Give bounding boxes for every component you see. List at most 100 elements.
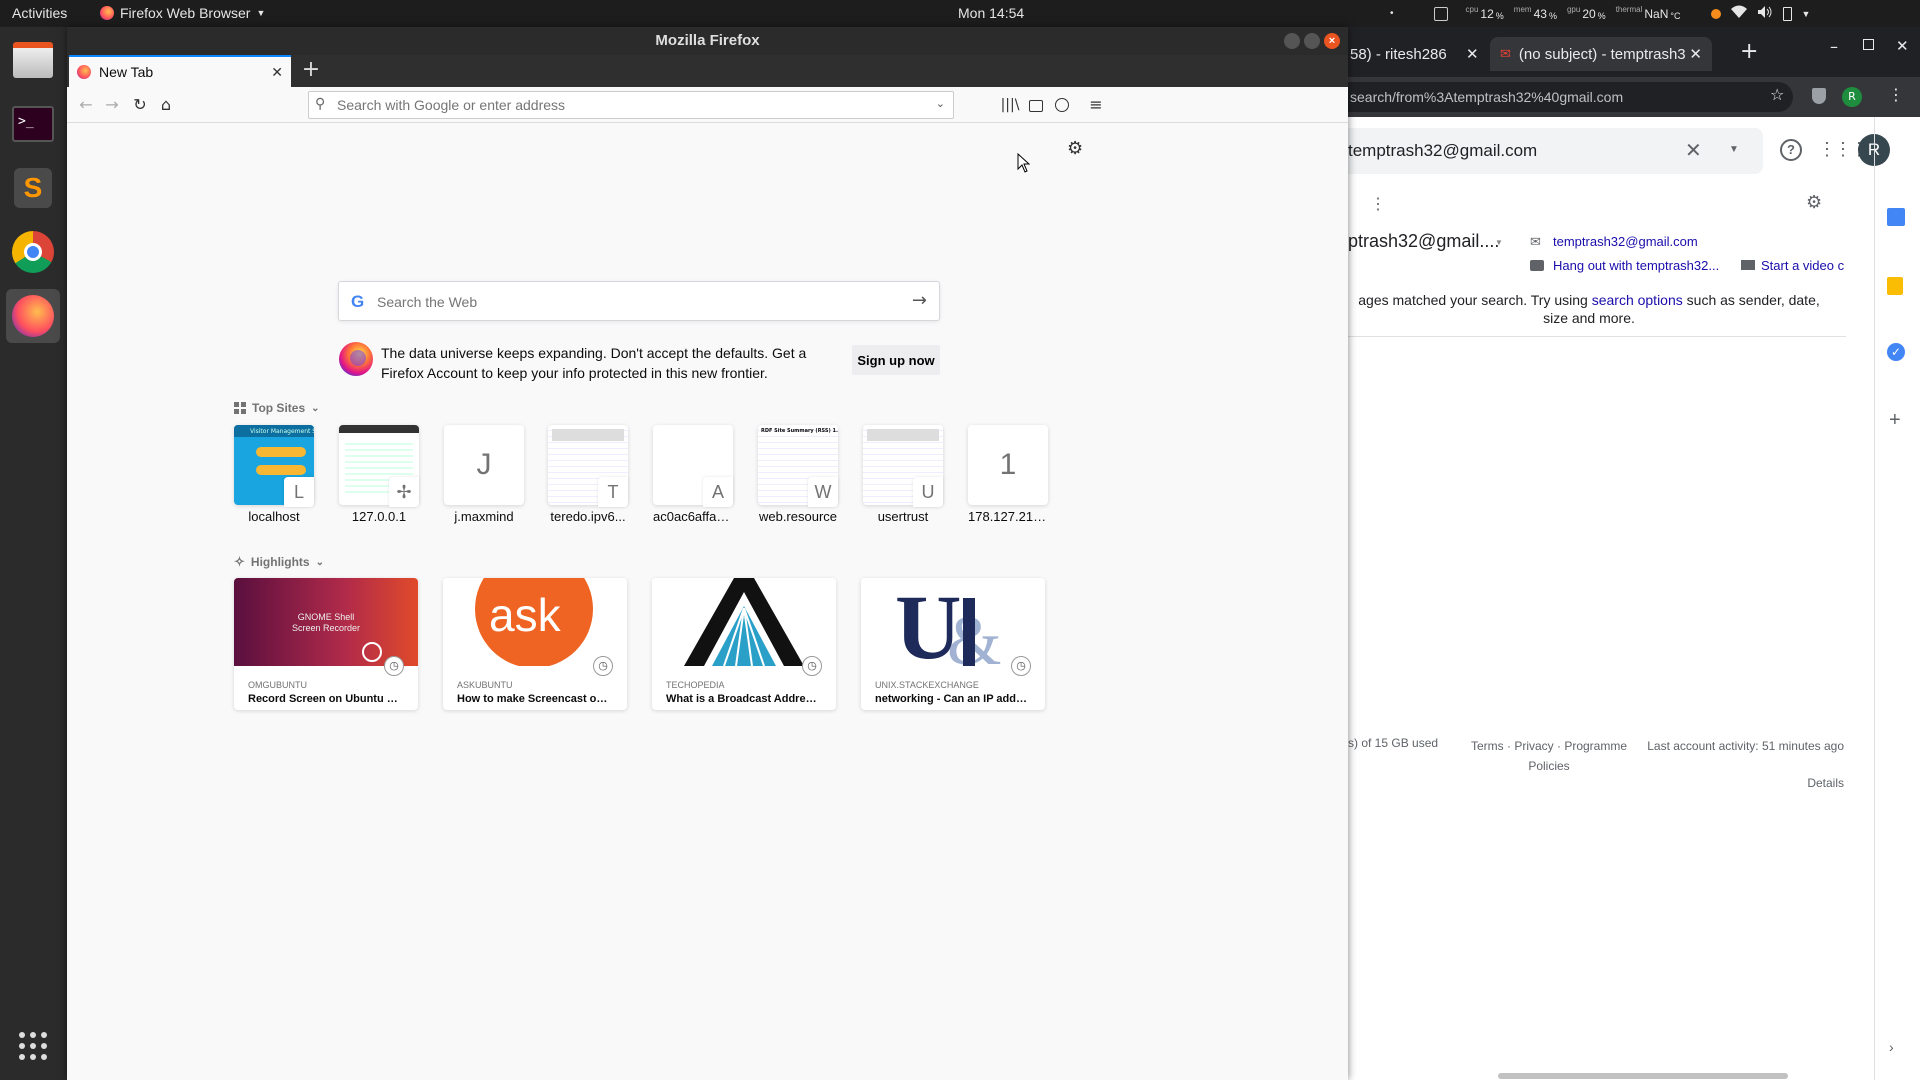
minimize-icon[interactable]	[1284, 33, 1300, 49]
hangout-link[interactable]: Hang out with temptrash32...	[1553, 258, 1719, 273]
top-site-tile[interactable]: T teredo.ipv6...	[548, 425, 628, 524]
highlight-card[interactable]: GNOME Shell Screen Recorder ◷ OMGUBUNTU …	[234, 578, 418, 710]
library-icon[interactable]: |||\	[999, 94, 1021, 116]
tab-new-tab[interactable]: New Tab ✕	[69, 55, 291, 87]
new-tab-button[interactable]: +	[1740, 39, 1758, 64]
chrome-menu-icon[interactable]: ⋮	[1888, 85, 1904, 104]
apps-grid-icon[interactable]	[6, 1019, 60, 1073]
close-icon[interactable]: ✕	[1466, 45, 1479, 63]
chrome-tab-active[interactable]: ✉ (no subject) - temptrash3 ✕	[1490, 37, 1712, 71]
chevron-right-icon[interactable]: ›	[1889, 1039, 1894, 1055]
battery-icon[interactable]	[1782, 6, 1792, 21]
sidebar-icon[interactable]	[1025, 94, 1047, 116]
gmail-search-bar[interactable]: temptrash32@gmail.com ✕ ▼	[1348, 128, 1763, 174]
window-title: Mozilla Firefox	[655, 32, 760, 49]
screenshot-icon[interactable]	[1433, 6, 1448, 21]
add-addon-icon[interactable]: +	[1889, 409, 1901, 432]
activities-button[interactable]: Activities	[12, 5, 67, 21]
top-site-label: web.resource	[758, 509, 838, 524]
account-icon[interactable]	[1051, 94, 1073, 116]
top-site-tile[interactable]: 1 178.127.215...	[968, 425, 1048, 524]
highlight-thumbnail: U &	[861, 578, 1045, 666]
top-site-tile[interactable]: Visitor Management S L localhost	[234, 425, 314, 524]
highlight-card[interactable]: ask ◷ ASKUBUNTU How to make Screencast o…	[443, 578, 627, 710]
chrome-omnibox[interactable]: search/from%3Atemptrash32%40gmail.com	[1348, 82, 1793, 112]
tasks-icon[interactable]: ✓	[1887, 343, 1905, 361]
url-input[interactable]	[337, 96, 917, 114]
files-icon[interactable]	[6, 33, 60, 87]
new-tab-button[interactable]: +	[299, 59, 323, 83]
extension-shield-icon[interactable]	[1812, 88, 1826, 104]
volume-icon[interactable]	[1757, 5, 1773, 22]
firefox-icon[interactable]	[6, 289, 60, 343]
settings-gear-icon[interactable]: ⚙	[1067, 138, 1083, 159]
horizontal-scrollbar[interactable]	[1498, 1073, 1788, 1079]
firefox-icon	[100, 6, 114, 20]
more-options-icon[interactable]: ⋮	[1370, 194, 1386, 214]
bookmark-star-icon[interactable]: ☆	[1770, 85, 1784, 104]
gmail-search-query: temptrash32@gmail.com	[1348, 141, 1538, 160]
chrome-icon[interactable]	[6, 225, 60, 279]
close-window-icon[interactable]: ✕	[1896, 37, 1909, 55]
top-site-tile[interactable]: U usertrust	[863, 425, 943, 524]
clear-search-icon[interactable]: ✕	[1685, 138, 1702, 163]
top-sites-title: Top Sites	[252, 401, 306, 415]
contact-email-link[interactable]: temptrash32@gmail.com	[1553, 234, 1698, 249]
highlight-card[interactable]: ◷ TECHOPEDIA What is a Broadcast Address…	[652, 578, 836, 710]
help-icon[interactable]: ?	[1780, 139, 1802, 161]
update-indicator-icon[interactable]	[1710, 8, 1721, 19]
home-icon[interactable]: ⌂	[155, 94, 177, 116]
top-site-tile[interactable]: RDF Site Summary (RSS) 1.0 W web.resourc…	[758, 425, 838, 524]
top-site-tile[interactable]: ✢ 127.0.0.1	[339, 425, 419, 524]
web-search-input[interactable]	[377, 292, 897, 312]
wifi-icon[interactable]	[1730, 5, 1747, 22]
highlights-header[interactable]: ✧ Highlights ⌄	[234, 554, 324, 570]
app-menu-label: Firefox Web Browser	[120, 5, 251, 21]
close-icon[interactable]: ×	[1324, 33, 1340, 49]
thermal-monitor: thermal NaN °C	[1615, 4, 1681, 21]
minimize-icon[interactable]: –	[1830, 37, 1838, 56]
contact-name[interactable]: ptrash32@gmail....	[1348, 231, 1499, 252]
search-submit-arrow-icon[interactable]: →	[912, 290, 927, 311]
search-options-link[interactable]: search options	[1592, 292, 1683, 308]
calendar-icon[interactable]	[1887, 208, 1905, 226]
web-search-box[interactable]: G →	[338, 281, 940, 321]
forward-arrow-icon[interactable]: →	[101, 94, 123, 116]
hamburger-menu-icon[interactable]: ≡	[1085, 94, 1107, 116]
close-icon[interactable]: ✕	[1689, 45, 1702, 63]
settings-gear-icon[interactable]: ⚙	[1806, 192, 1822, 213]
system-menu-chevron-icon[interactable]: ▼	[1802, 9, 1811, 19]
footer-links[interactable]: Terms · Privacy · Programme Policies	[1466, 736, 1632, 776]
search-options-chevron-icon[interactable]: ▼	[1729, 144, 1739, 155]
firefox-titlebar[interactable]: Mozilla Firefox ×	[67, 27, 1348, 55]
keep-icon[interactable]	[1887, 277, 1903, 295]
top-site-label: ac0ac6affa4...	[653, 509, 733, 524]
top-site-label: localhost	[248, 509, 300, 524]
details-link[interactable]: Details	[1788, 776, 1844, 790]
chevron-down-icon[interactable]: ⌄	[936, 97, 945, 110]
reload-icon[interactable]: ↻	[129, 94, 151, 116]
chevron-down-icon[interactable]: ▼	[1495, 238, 1503, 247]
maximize-icon[interactable]	[1863, 39, 1874, 50]
close-tab-icon[interactable]: ✕	[271, 64, 283, 81]
sublime-text-icon[interactable]: S	[6, 161, 60, 215]
dot-indicator-icon: •	[1390, 8, 1394, 19]
top-site-label: teredo.ipv6...	[550, 509, 626, 524]
terminal-icon[interactable]: >_	[6, 97, 60, 151]
clock[interactable]: Mon 14:54	[958, 5, 1024, 21]
profile-avatar[interactable]: R	[1842, 87, 1862, 107]
back-arrow-icon[interactable]: ←	[75, 94, 97, 116]
highlight-card[interactable]: U & ◷ UNIX.STACKEXCHANGE networking - Ca…	[861, 578, 1045, 710]
start-video-link[interactable]: Start a video c	[1761, 258, 1844, 273]
top-site-label: 178.127.215...	[968, 509, 1048, 524]
sign-up-button[interactable]: Sign up now	[852, 345, 940, 375]
maximize-icon[interactable]	[1304, 33, 1320, 49]
bird-logo-icon: ✢	[389, 477, 419, 507]
top-site-tile[interactable]: A ac0ac6affa4...	[653, 425, 733, 524]
url-bar[interactable]: ⚲ ⌄	[308, 91, 954, 119]
top-site-tile[interactable]: J j.maxmind	[444, 425, 524, 524]
chrome-tab[interactable]: 58) - ritesh286 ✕	[1348, 37, 1485, 71]
app-menu[interactable]: Firefox Web Browser ▼	[100, 5, 265, 21]
storage-usage: s) of 15 GB used	[1348, 736, 1439, 750]
top-sites-header[interactable]: Top Sites ⌄	[234, 401, 320, 415]
